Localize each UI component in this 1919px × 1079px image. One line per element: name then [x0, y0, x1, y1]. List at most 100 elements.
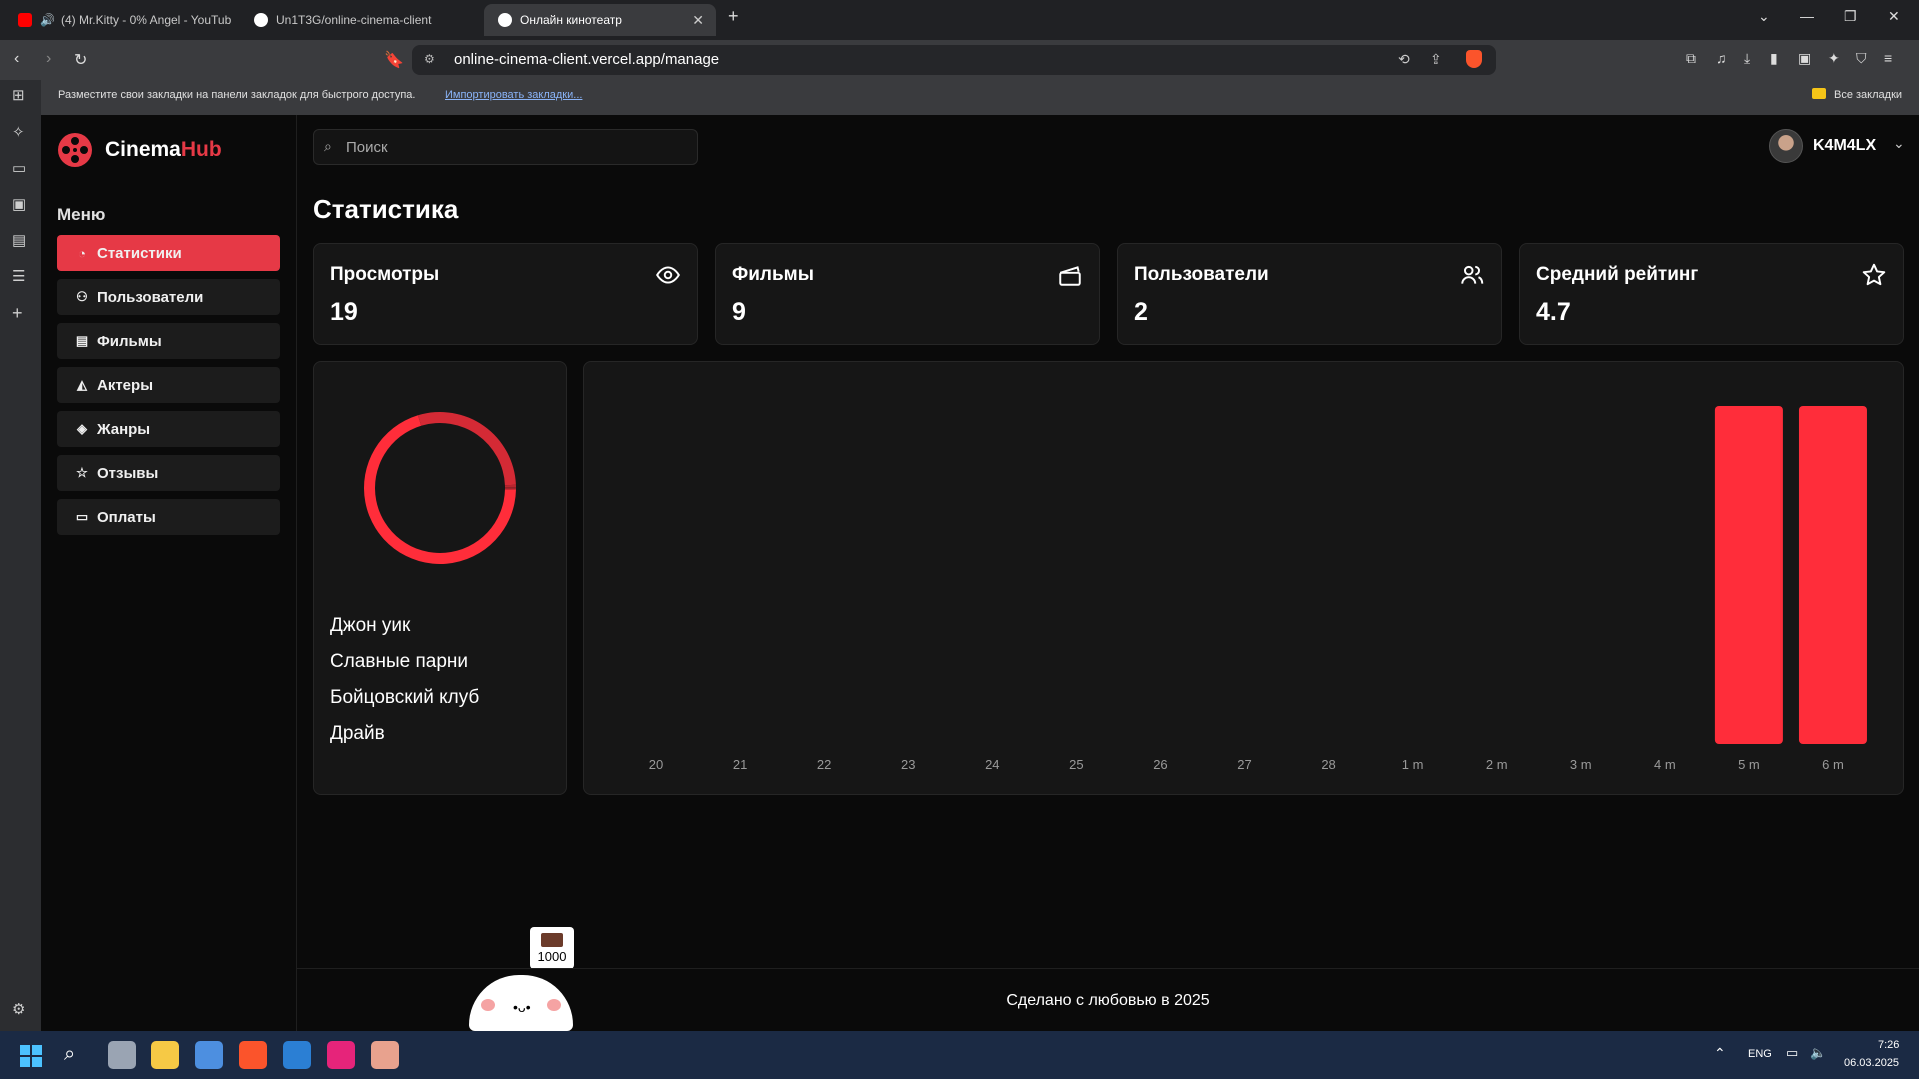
url-text: online-cinema-client.vercel.app/manage [454, 51, 720, 68]
stat-card-views: Просмотры 19 [313, 243, 698, 345]
stat-value: 19 [330, 298, 358, 326]
x-tick-label: 22 [817, 757, 831, 772]
donut-slice-1[interactable] [417, 412, 516, 486]
menu-item-genres[interactable]: ◈ Жанры [57, 411, 280, 447]
site-settings-icon[interactable]: ⚙ [424, 52, 435, 66]
brave-taskbar-icon[interactable] [239, 1041, 267, 1069]
vpn-icon[interactable]: ⛉ [1856, 50, 1867, 67]
menu-item-users[interactable]: ⚇ Пользователи [57, 279, 280, 315]
menu-icon[interactable]: ≡ [1884, 50, 1892, 66]
user-icon: ⚇ [76, 289, 88, 304]
bar-5m[interactable] [1714, 406, 1783, 744]
star-icon: ☆ [76, 465, 88, 480]
brave-shields-icon[interactable] [1466, 50, 1482, 68]
stat-value: 2 [1134, 298, 1148, 326]
download-icon[interactable]: ⤓ [1744, 50, 1750, 67]
stat-card-movies: Фильмы 9 [715, 243, 1100, 345]
movie-legend-item: Бойцовский клуб [330, 687, 480, 708]
close-tab-icon[interactable]: ✕ [692, 12, 704, 29]
reading-list-icon[interactable]: ☰ [12, 267, 25, 285]
bookmarks-sidebar-icon[interactable]: ▤ [12, 231, 26, 249]
wallet-icon[interactable]: ▣ [1798, 50, 1811, 67]
apps-grid-icon[interactable]: ⊞ [12, 86, 25, 104]
mask-icon: ◭ [77, 377, 87, 392]
tab-github[interactable]: Un1T3G/online-cinema-client [240, 4, 480, 36]
bookmark-icon[interactable]: 🔖 [384, 50, 404, 70]
language-indicator[interactable]: ENG [1748, 1048, 1772, 1060]
clock-time[interactable]: 7:26 [1878, 1039, 1899, 1051]
banknote-icon: ▭ [75, 509, 89, 524]
movie-legend-item: Драйв [330, 723, 385, 744]
donut-slice-3[interactable] [504, 487, 516, 490]
add-sidebar-icon[interactable]: + [12, 303, 23, 324]
reload-icon[interactable]: ↻ [74, 50, 87, 70]
eye-icon [656, 266, 680, 284]
app-pink-icon[interactable] [327, 1041, 355, 1069]
sidebar-settings-icon[interactable]: ⚙ [12, 1000, 25, 1018]
network-icon[interactable]: ▭ [1786, 1045, 1798, 1061]
search-taskbar-icon[interactable]: ⌕ [64, 1043, 75, 1066]
clapperboard-icon [1059, 266, 1081, 286]
chevron-down-icon[interactable]: ⌄ [1893, 135, 1905, 152]
leo-sidebar-icon[interactable]: ✧ [12, 123, 25, 141]
stat-card-rating: Средний рейтинг 4.7 [1519, 243, 1904, 345]
extensions-icon[interactable]: ⧉ [1686, 50, 1696, 67]
restore-button[interactable]: ❐ [1844, 8, 1857, 25]
footer-text: Сделано с любовью в 2025 [1006, 992, 1210, 1009]
chevron-up-icon[interactable]: ⌃ [1714, 1045, 1726, 1062]
avatar[interactable] [1769, 129, 1803, 163]
import-bookmarks-link[interactable]: Импортировать закладки... [445, 89, 582, 101]
search-input[interactable]: ⌕ Поиск [313, 129, 698, 165]
menu-item-actors[interactable]: ◭ Актеры [57, 367, 280, 403]
user-name[interactable]: K4M4LX [1813, 137, 1876, 155]
chest-icon [541, 933, 563, 947]
x-tick-label: 1 m [1402, 757, 1424, 772]
menu-item-reviews[interactable]: ☆ Отзывы [57, 455, 280, 491]
task-view-icon[interactable] [108, 1041, 136, 1069]
tab-youtube[interactable]: 🔊 (4) Mr.Kitty - 0% Angel - YouTub [4, 4, 236, 36]
top-movies-card: Джон уик Славные парни Бойцовский клуб Д… [313, 361, 567, 795]
search-icon: ⌕ [324, 138, 332, 154]
menu-item-payments[interactable]: ▭ Оплаты [57, 499, 280, 535]
news-icon[interactable]: ▭ [12, 159, 26, 177]
new-tab-button[interactable]: + [728, 6, 739, 27]
bar-chart: 20 21 22 23 24 25 26 27 28 1 m 2 m 3 m 4 m 5 m 6 m [649, 406, 1867, 772]
music-icon[interactable]: ♫ [1716, 50, 1727, 66]
tab-cinema[interactable]: Онлайн кинотеатр ✕ [484, 4, 716, 36]
stat-label: Средний рейтинг [1536, 264, 1699, 285]
bar-6m[interactable] [1798, 406, 1867, 744]
close-window-button[interactable]: ✕ [1888, 8, 1900, 25]
volume-icon[interactable]: 🔈 [1810, 1045, 1826, 1061]
windows-start-icon[interactable] [20, 1045, 42, 1067]
users-icon [1461, 265, 1484, 284]
menu-item-movies[interactable]: ▤ Фильмы [57, 323, 280, 359]
browser-sidebar: ⊞ ✧ ▭ ▣ ▤ ☰ + ⚙ [0, 80, 41, 1031]
store-icon[interactable] [195, 1041, 223, 1069]
menu-item-statistics[interactable]: ◔ Статистики [57, 235, 280, 271]
share-icon[interactable]: ⇪ [1430, 51, 1442, 68]
x-tick-label: 6 m [1822, 757, 1844, 772]
menu-title: Меню [57, 205, 106, 224]
sidebar-toggle-icon[interactable]: ▮ [1770, 50, 1778, 67]
minimize-button[interactable]: — [1800, 8, 1814, 24]
stat-value: 9 [732, 298, 746, 326]
logo-icon[interactable] [57, 132, 93, 168]
x-tick-label: 3 m [1570, 757, 1592, 772]
app-cat-icon[interactable] [371, 1041, 399, 1069]
clock-date[interactable]: 06.03.2025 [1844, 1057, 1899, 1069]
wallet-sidebar-icon[interactable]: ▣ [12, 195, 26, 213]
donut-chart [364, 412, 516, 564]
tab-search-icon[interactable]: ⌄ [1758, 8, 1770, 25]
vscode-icon[interactable] [283, 1041, 311, 1069]
history-icon[interactable]: ⟲ [1398, 51, 1410, 68]
tab-label: (4) Mr.Kitty - 0% Angel - YouTub [60, 13, 232, 27]
logo-text[interactable]: CinemaHub [105, 138, 222, 162]
address-bar[interactable]: ⚙ online-cinema-client.vercel.app/manage… [412, 45, 1496, 75]
leo-icon[interactable]: ✦ [1828, 50, 1840, 67]
file-explorer-icon[interactable] [151, 1041, 179, 1069]
stat-value: 4.7 [1536, 298, 1571, 326]
back-icon[interactable]: ‹ [14, 50, 19, 68]
youtube-icon [18, 13, 32, 27]
forward-icon[interactable]: › [46, 50, 51, 68]
all-bookmarks-link[interactable]: Все закладки [1834, 89, 1902, 101]
